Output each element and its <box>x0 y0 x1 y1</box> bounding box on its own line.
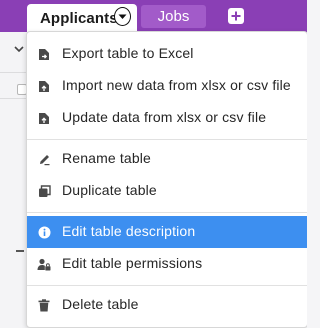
menu-item-label: Rename table <box>62 150 151 166</box>
user-lock-icon <box>37 257 51 271</box>
menu-item-export[interactable]: Export table to Excel <box>27 38 307 70</box>
menu-divider <box>27 139 307 140</box>
menu-item-label: Edit table permissions <box>62 255 203 271</box>
menu-item-import[interactable]: Import new data from xlsx or csv file <box>27 70 307 102</box>
menu-item-label: Delete table <box>62 296 139 312</box>
menu-item-duplicate[interactable]: Duplicate table <box>27 175 307 207</box>
menu-item-edit-permissions[interactable]: Edit table permissions <box>27 248 307 280</box>
cell-marker <box>16 250 24 252</box>
menu-item-label: Import new data from xlsx or csv file <box>62 77 291 93</box>
add-table-button[interactable] <box>228 8 244 24</box>
menu-item-edit-description[interactable]: Edit table description <box>27 216 307 248</box>
menu-item-label: Update data from xlsx or csv file <box>62 109 267 125</box>
tab-jobs[interactable]: Jobs <box>141 5 206 28</box>
trash-icon <box>37 298 51 312</box>
tab-label: Applicants <box>40 9 118 27</box>
info-icon <box>37 225 51 239</box>
table-gridline <box>0 72 26 73</box>
menu-item-rename[interactable]: Rename table <box>27 143 307 175</box>
menu-item-update[interactable]: Update data from xlsx or csv file <box>27 102 307 134</box>
table-gridline <box>0 98 26 99</box>
file-import-icon <box>37 79 51 93</box>
menu-divider <box>27 212 307 213</box>
app-window: Applicants Jobs Export table to Excel Im… <box>0 0 307 328</box>
menu-item-label: Export table to Excel <box>62 45 194 61</box>
menu-divider <box>27 285 307 286</box>
menu-item-label: Duplicate table <box>62 182 157 198</box>
table-tab-bar: Applicants Jobs <box>0 0 307 32</box>
tab-menu-button[interactable] <box>114 7 131 26</box>
tab-applicants[interactable]: Applicants <box>27 4 137 32</box>
menu-item-delete[interactable]: Delete table <box>27 289 307 321</box>
pencil-icon <box>37 152 51 166</box>
file-export-icon <box>37 47 51 61</box>
caret-down-icon <box>14 46 24 53</box>
duplicate-icon <box>37 184 51 198</box>
table-options-menu: Export table to Excel Import new data fr… <box>26 31 307 328</box>
tab-label: Jobs <box>157 8 190 25</box>
file-import-icon <box>37 111 51 125</box>
caret-down-icon <box>118 14 127 19</box>
plus-icon <box>231 11 241 21</box>
menu-item-label: Edit table description <box>62 223 196 239</box>
